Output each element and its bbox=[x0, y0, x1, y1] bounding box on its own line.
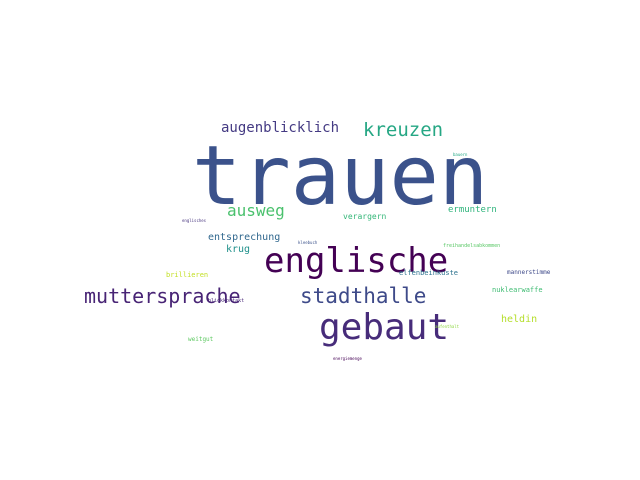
word-brillieren: brillieren bbox=[166, 271, 209, 279]
word-energiemenge: energiemenge bbox=[333, 356, 362, 361]
word-blickkontakt: blickkontakt bbox=[208, 298, 245, 304]
word-kreuzen: kreuzen bbox=[363, 119, 444, 141]
word-heldin: heldin bbox=[501, 314, 538, 325]
word-ermuntern: ermuntern bbox=[448, 205, 497, 215]
word-cloud: trauen englische gebaut muttersprache st… bbox=[0, 0, 640, 480]
word-kleebuch: kleebuch bbox=[298, 240, 318, 245]
word-entsprechung: entsprechung bbox=[208, 232, 281, 243]
word-elfenbeinkuste: elfenbeinkuste bbox=[399, 269, 459, 277]
word-stadthalle: stadthalle bbox=[300, 284, 427, 308]
word-augenblicklich: augenblicklich bbox=[221, 120, 340, 136]
word-freihandelsabkommen: freihandelsabkommen bbox=[443, 243, 501, 249]
word-krug: krug bbox=[226, 244, 251, 255]
word-nuklearwaffe: nuklearwaffe bbox=[492, 286, 543, 294]
word-verargern: verargern bbox=[343, 212, 387, 221]
word-englisches: englisches bbox=[182, 218, 207, 223]
word-bauern: bauern bbox=[453, 152, 468, 157]
word-ausweg: ausweg bbox=[227, 201, 285, 220]
word-weitgut: weitgut bbox=[188, 336, 214, 343]
word-mannerstimme: mannerstimme bbox=[507, 269, 551, 276]
word-aufenthalt: aufenthalt bbox=[435, 324, 460, 329]
word-gebaut: gebaut bbox=[319, 307, 450, 348]
